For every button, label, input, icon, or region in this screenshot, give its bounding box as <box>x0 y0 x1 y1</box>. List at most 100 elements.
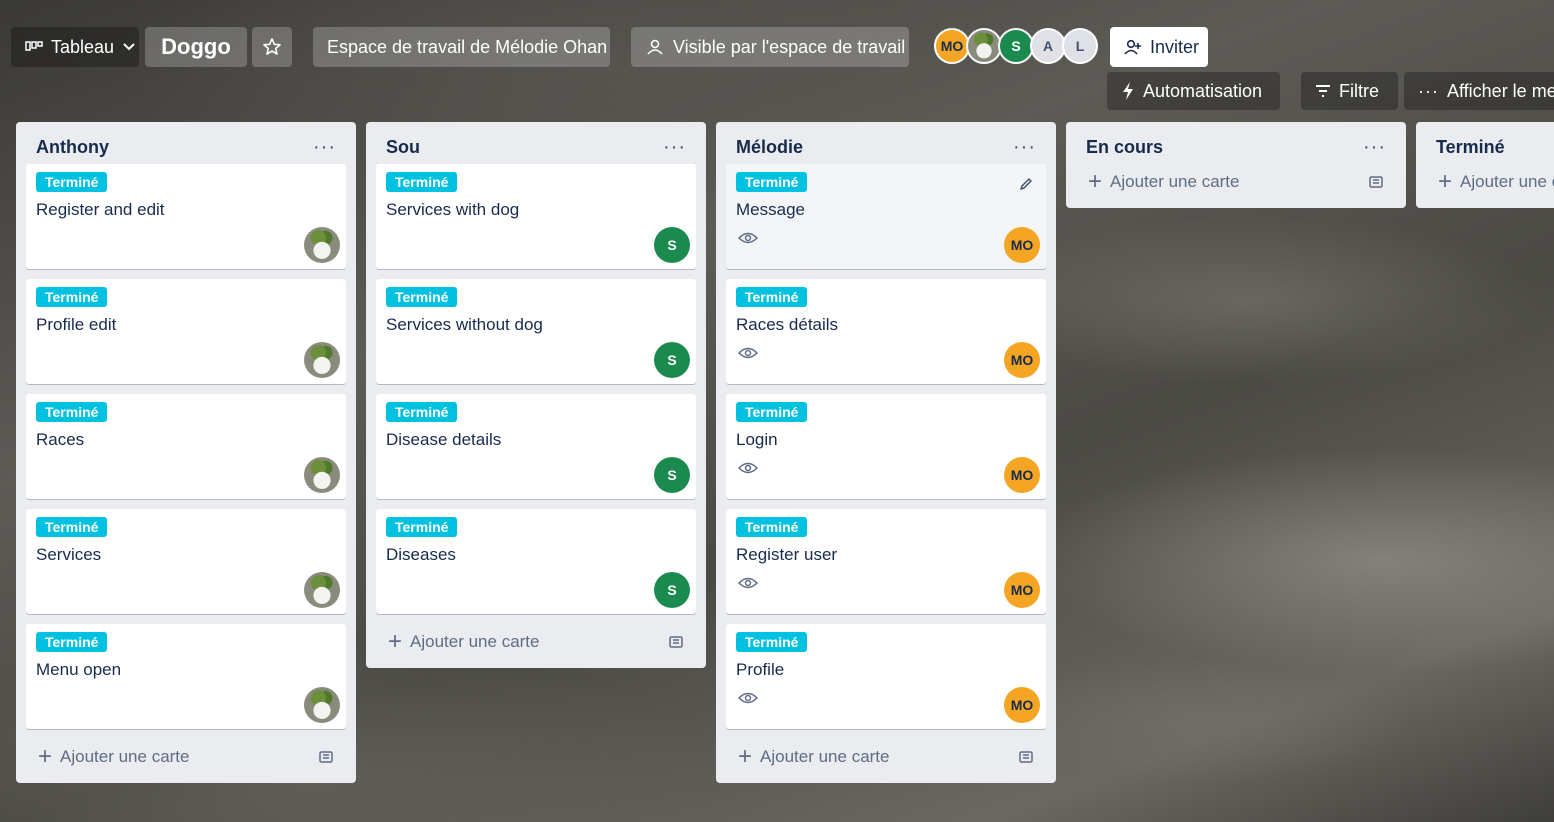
card-title: Register and edit <box>36 200 165 219</box>
add-card-label: Ajouter une carte <box>1110 172 1240 191</box>
member-avatar[interactable]: MO <box>1004 457 1040 493</box>
list-menu-icon[interactable]: ··· <box>1363 137 1386 157</box>
template-icon[interactable] <box>1368 174 1384 190</box>
people-icon <box>647 39 663 55</box>
card[interactable]: Terminé Login MO <box>726 394 1046 499</box>
add-card-button[interactable]: + Ajouter une carte <box>1438 170 1554 194</box>
list-title[interactable]: Mélodie <box>736 137 803 158</box>
visibility-button[interactable]: Visible par l'espace de travail <box>631 27 909 67</box>
card-title: Message <box>736 200 805 219</box>
plus-icon: + <box>38 743 53 770</box>
list-header: Mélodie ··· <box>726 130 1046 164</box>
list-menu-icon[interactable]: ··· <box>663 137 686 157</box>
add-card-button[interactable]: + Ajouter une carte <box>38 745 189 769</box>
list-header: Sou ··· <box>376 130 696 164</box>
template-icon[interactable] <box>1018 749 1034 765</box>
eye-icon <box>738 577 758 589</box>
card-title: Profile edit <box>36 315 117 334</box>
avatar[interactable]: S <box>998 28 1034 64</box>
card[interactable]: Terminé Diseases S <box>376 509 696 614</box>
view-switcher-button[interactable]: Tableau <box>11 27 139 67</box>
card[interactable]: Terminé Services <box>26 509 346 614</box>
card[interactable]: Terminé Disease details S <box>376 394 696 499</box>
add-card-button[interactable]: + Ajouter une carte <box>388 630 539 654</box>
card[interactable]: Terminé Menu open <box>26 624 346 729</box>
member-avatar[interactable]: S <box>654 457 690 493</box>
member-avatar[interactable] <box>304 227 340 263</box>
card-title: Profile <box>736 660 785 679</box>
star-button[interactable] <box>252 27 292 67</box>
card[interactable]: Terminé Services without dog S <box>376 279 696 384</box>
label-done: Terminé <box>736 287 808 307</box>
filter-button[interactable]: Filtre <box>1301 72 1398 110</box>
card-title: Services with dog <box>386 200 520 219</box>
board-header: Tableau Doggo Espace de travail de Mélod… <box>0 0 1554 118</box>
eye-icon <box>738 347 758 359</box>
member-avatar[interactable]: MO <box>1004 687 1040 723</box>
member-avatar[interactable]: S <box>654 572 690 608</box>
label-done: Terminé <box>386 287 458 307</box>
card-title: Races <box>36 430 85 449</box>
member-avatar[interactable] <box>304 572 340 608</box>
card[interactable]: Terminé Profile edit <box>26 279 346 384</box>
member-avatar[interactable]: S <box>654 342 690 378</box>
list-title[interactable]: Anthony <box>36 137 109 158</box>
add-card-button[interactable]: + Ajouter une carte <box>738 745 889 769</box>
card[interactable]: Terminé Races <box>26 394 346 499</box>
add-card-row: + Ajouter une carte <box>26 739 346 775</box>
plus-icon: + <box>1088 168 1103 195</box>
view-switcher-label: Tableau <box>51 36 115 57</box>
card[interactable]: Terminé Register and edit <box>26 164 346 269</box>
show-menu-button[interactable]: ··· Afficher le menu <box>1404 72 1554 110</box>
list-menu-icon[interactable]: ··· <box>313 137 336 157</box>
add-card-button[interactable]: + Ajouter une carte <box>1088 170 1239 194</box>
card[interactable]: Terminé Register user MO <box>726 509 1046 614</box>
template-icon[interactable] <box>318 749 334 765</box>
edit-pencil-icon[interactable] <box>1018 176 1034 192</box>
member-avatar[interactable]: MO <box>1004 572 1040 608</box>
board-icon <box>25 41 43 51</box>
avatar[interactable]: MO <box>934 28 970 64</box>
list-title[interactable]: En cours <box>1086 137 1163 158</box>
lightning-icon <box>1123 82 1133 100</box>
list-title[interactable]: Sou <box>386 137 420 158</box>
board-name-button[interactable]: Doggo <box>145 27 247 67</box>
list-melodie: Mélodie ··· Terminé Message MO Terminé R… <box>716 122 1056 783</box>
invite-button[interactable]: Inviter <box>1110 27 1208 67</box>
member-avatar[interactable]: S <box>654 227 690 263</box>
show-menu-label: Afficher le menu <box>1446 80 1554 101</box>
card[interactable]: Terminé Services with dog S <box>376 164 696 269</box>
avatar[interactable] <box>966 28 1002 64</box>
filter-icon <box>1316 85 1330 97</box>
automation-button[interactable]: Automatisation <box>1107 72 1280 110</box>
workspace-button[interactable]: Espace de travail de Mélodie Ohan <box>313 27 610 67</box>
label-done: Terminé <box>36 632 108 652</box>
label-done: Terminé <box>736 402 808 422</box>
label-done: Terminé <box>386 517 458 537</box>
list-header: Terminé <box>1426 130 1544 164</box>
label-done: Terminé <box>36 402 108 422</box>
label-done: Terminé <box>736 632 808 652</box>
list-title[interactable]: Terminé <box>1436 137 1505 158</box>
list-anthony: Anthony ··· Terminé Register and edit Ter… <box>16 122 356 783</box>
list-en-cours: En cours ··· + Ajouter une carte <box>1066 122 1406 208</box>
member-avatar[interactable]: MO <box>1004 227 1040 263</box>
invite-label: Inviter <box>1150 36 1200 57</box>
avatar[interactable]: A <box>1030 28 1066 64</box>
card[interactable]: Terminé Races détails MO <box>726 279 1046 384</box>
avatar[interactable]: L <box>1062 28 1098 64</box>
card-title: Login <box>736 430 778 449</box>
card[interactable]: Terminé Message MO <box>726 164 1046 269</box>
star-icon <box>263 38 281 55</box>
member-avatar[interactable] <box>304 342 340 378</box>
member-avatar[interactable] <box>304 687 340 723</box>
list-menu-icon[interactable]: ··· <box>1013 137 1036 157</box>
member-avatar[interactable]: MO <box>1004 342 1040 378</box>
add-card-row: + Ajouter une carte <box>376 624 696 660</box>
card-title: Diseases <box>386 545 456 564</box>
member-avatars: MO S A L <box>934 28 1098 64</box>
member-avatar[interactable] <box>304 457 340 493</box>
add-card-label: Ajouter une carte <box>410 632 540 651</box>
card[interactable]: Terminé Profile MO <box>726 624 1046 729</box>
template-icon[interactable] <box>668 634 684 650</box>
